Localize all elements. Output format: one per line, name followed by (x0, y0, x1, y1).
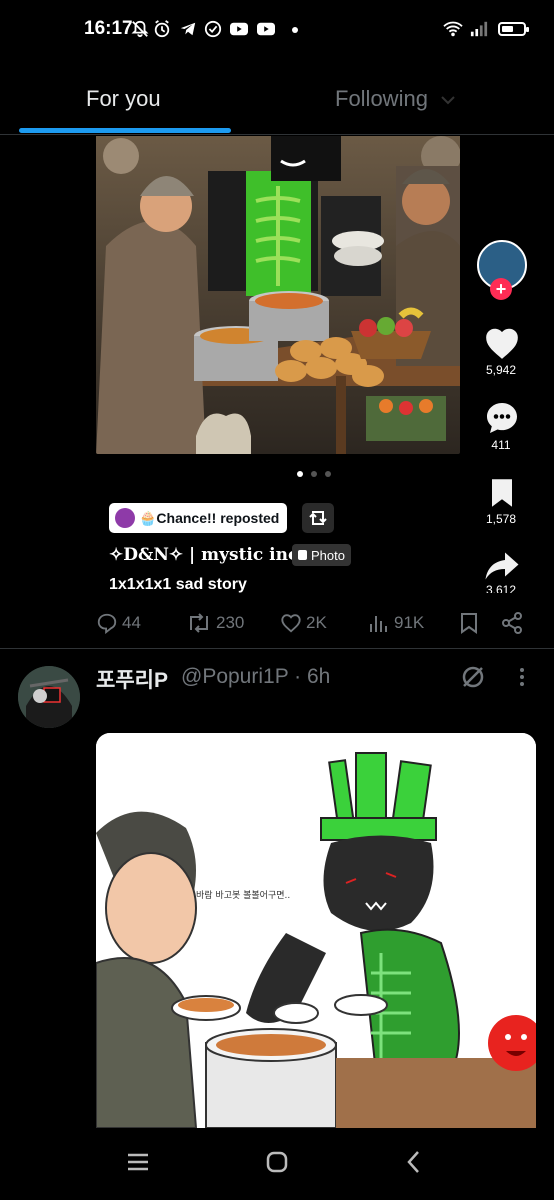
tab-following-label: Following (335, 86, 428, 111)
tab-for-you[interactable]: For you (86, 86, 161, 112)
home-icon[interactable] (265, 1150, 289, 1174)
notifications-off-icon (131, 20, 149, 38)
status-time: 16:17 (84, 18, 133, 39)
share-icon[interactable] (500, 611, 524, 635)
repost-action-button[interactable]: 230 (186, 612, 244, 634)
repost-icon (309, 511, 327, 525)
bookmark-icon[interactable] (459, 612, 479, 634)
bookmark-filled-icon[interactable] (489, 478, 515, 508)
reposted-by-badge[interactable]: 🧁Chance!! reposted (109, 503, 288, 533)
youtube-icon (230, 22, 248, 36)
side-share-count: 3,612 (485, 583, 517, 593)
side-share-count-wrap: 3,612 (476, 583, 526, 593)
grok-icon[interactable] (460, 664, 486, 690)
author-handle-time: @Popuri1P · 6h (181, 665, 331, 688)
reposter-avatar (115, 508, 135, 528)
share-arrow-icon[interactable] (484, 551, 520, 581)
back-icon[interactable] (406, 1150, 422, 1174)
reply-count: 44 (122, 613, 141, 632)
repost-count: 230 (216, 613, 245, 632)
views-button[interactable]: 91K (368, 612, 424, 634)
photo-badge: Photo (292, 544, 351, 566)
post-image[interactable] (96, 136, 460, 454)
comment-bubble-icon[interactable] (484, 400, 520, 436)
tab-following[interactable]: Following (335, 86, 456, 112)
views-chart-icon (370, 616, 387, 632)
post-divider (0, 648, 554, 649)
heart-filled-icon[interactable] (483, 325, 521, 361)
tabs-divider (0, 134, 554, 135)
views-count: 91K (394, 613, 425, 632)
check-circle-icon (204, 20, 222, 38)
chevron-down-icon (441, 96, 455, 105)
reply-button[interactable]: 44 (96, 612, 141, 634)
repost-button[interactable] (302, 503, 334, 533)
post-image-2[interactable]: 바람 바고봇 볼볼어구면.. (96, 733, 536, 1128)
side-bookmark-count: 1,578 (485, 512, 517, 526)
image-dialogue-text: 바람 바고봇 볼볼어구면.. (196, 889, 290, 901)
telegram-icon (180, 22, 196, 36)
post-caption: 1x1x1x1 sad story (109, 576, 247, 593)
side-like-count: 5,942 (485, 363, 517, 377)
heart-icon (281, 614, 301, 633)
alarm-icon (154, 20, 170, 38)
retweet-icon (190, 613, 208, 633)
reply-icon (97, 613, 117, 634)
battery-icon (498, 22, 529, 36)
side-comment-count: 411 (491, 438, 511, 452)
like-count: 2K (306, 613, 327, 632)
photo-badge-label: Photo (311, 547, 345, 563)
active-tab-indicator (19, 128, 231, 133)
like-button[interactable]: 2K (280, 612, 327, 634)
carousel-dot (325, 471, 331, 477)
author-display-name[interactable]: 포푸리P (96, 664, 168, 694)
follow-plus-icon[interactable]: + (490, 278, 512, 300)
photo-icon (298, 550, 307, 560)
carousel-dot (311, 471, 317, 477)
signal-icon (470, 21, 488, 37)
more-notifications-dot (292, 27, 298, 33)
wifi-icon (443, 21, 463, 37)
more-options-icon[interactable] (518, 667, 526, 687)
reposted-by-text: 🧁Chance!! reposted (139, 509, 280, 526)
recent-apps-icon[interactable] (126, 1152, 150, 1172)
author-avatar[interactable] (18, 666, 80, 728)
system-nav-bar (0, 1128, 554, 1200)
youtube-icon-2 (257, 22, 275, 36)
carousel-dot-active (297, 471, 303, 477)
post-author-name[interactable]: ✧D&N✧ | mystic ino (109, 545, 299, 565)
